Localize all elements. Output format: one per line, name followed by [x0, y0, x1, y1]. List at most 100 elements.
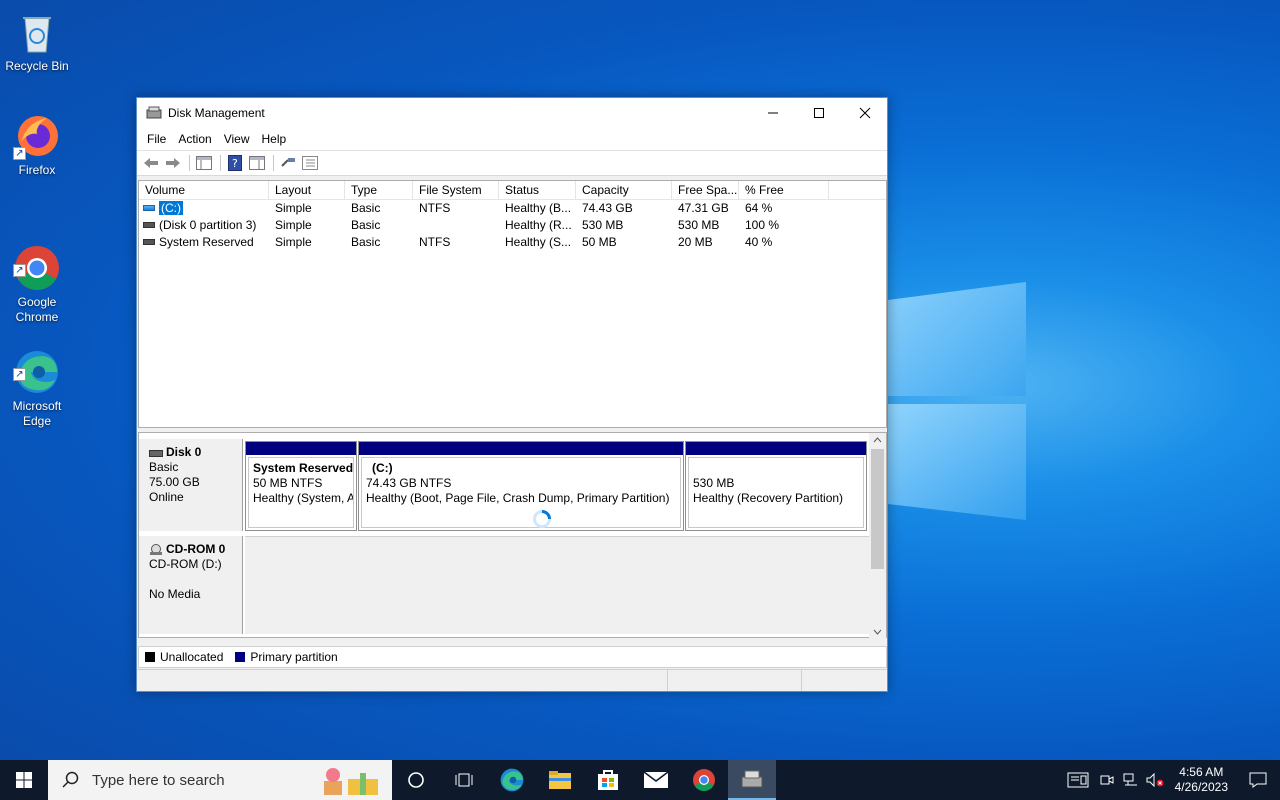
column-file-system[interactable]: File System [413, 181, 499, 199]
cdrom-0-kind: CD-ROM (D:) [149, 557, 222, 571]
edge-icon: ↗ [13, 333, 61, 393]
desktop-edge[interactable]: ↗ Microsoft Edge [0, 318, 74, 444]
volume-name: (C:) [159, 201, 183, 215]
disk-0-state: Online [149, 490, 184, 504]
action-center-button[interactable] [1236, 760, 1280, 800]
volume-row-disk0-part3[interactable]: (Disk 0 partition 3) Simple Basic Health… [139, 217, 886, 234]
network-button[interactable] [1119, 760, 1143, 800]
console-tree-icon [196, 156, 212, 170]
volume-file-system [413, 217, 499, 234]
toolbar: ? [137, 150, 887, 176]
scroll-down-arrow-icon [873, 629, 882, 635]
menu-action[interactable]: Action [172, 132, 217, 146]
show-hide-action-pane-button[interactable] [247, 153, 267, 173]
column-type[interactable]: Type [345, 181, 413, 199]
primary-partition-bar [359, 442, 683, 455]
menu-view[interactable]: View [218, 132, 256, 146]
taskbar-disk-management[interactable] [728, 760, 776, 800]
volume-row-c[interactable]: (C:) Simple Basic NTFS Healthy (B... 74.… [139, 200, 886, 217]
legend-unallocated: Unallocated [160, 650, 224, 664]
menu-help[interactable]: Help [256, 132, 293, 146]
help-button[interactable]: ? [225, 153, 245, 173]
menu-file[interactable]: File [141, 132, 172, 146]
chrome-icon [693, 769, 715, 791]
connect-button[interactable] [278, 153, 298, 173]
partition-size: 50 MB NTFS [253, 476, 323, 490]
busy-cursor-icon [533, 510, 551, 528]
start-button[interactable] [0, 760, 48, 800]
partition-c[interactable]: (C:) 74.43 GB NTFS Healthy (Boot, Page F… [358, 441, 684, 531]
clock-date: 4/26/2023 [1174, 780, 1228, 794]
scroll-thumb[interactable] [871, 449, 884, 569]
taskbar-file-explorer[interactable] [536, 760, 584, 800]
title-bar[interactable]: Disk Management [137, 98, 887, 128]
volume-percent-free: 40 % [745, 235, 773, 249]
task-view-button[interactable] [440, 760, 488, 800]
volume-free-space: 20 MB [678, 235, 713, 249]
properties-button[interactable] [300, 153, 320, 173]
cortana-button[interactable] [392, 760, 440, 800]
partition-title: (C:) [372, 461, 393, 475]
volume-button[interactable] [1143, 760, 1167, 800]
volume-layout: Simple [275, 235, 312, 249]
forward-button[interactable] [163, 153, 183, 173]
back-button[interactable] [141, 153, 161, 173]
scroll-up-arrow-icon [873, 437, 882, 443]
properties-icon [302, 156, 318, 170]
store-icon [598, 770, 618, 790]
news-widget-button[interactable] [1061, 760, 1095, 800]
meet-now-button[interactable] [1095, 760, 1119, 800]
volume-layout: Simple [275, 218, 312, 232]
volume-type: Basic [351, 218, 381, 232]
volume-status: Healthy (R... [505, 218, 572, 232]
menu-bar: File Action View Help [137, 128, 887, 150]
network-icon [1123, 773, 1137, 786]
minimize-button[interactable] [750, 98, 796, 128]
volume-status: Healthy (S... [505, 235, 572, 249]
maximize-button[interactable] [796, 98, 842, 128]
close-button[interactable] [842, 98, 888, 128]
taskbar-search-box[interactable]: Type here to search [48, 760, 392, 800]
file-explorer-icon [549, 771, 571, 789]
desktop-firefox[interactable]: ↗ Firefox [0, 112, 74, 178]
column-status[interactable]: Status [499, 181, 576, 199]
windows-wallpaper-logo [888, 282, 1026, 520]
maximize-icon [814, 108, 824, 118]
partition-status: Healthy (Recovery Partition) [693, 491, 844, 505]
taskbar-chrome[interactable] [680, 760, 728, 800]
disk-management-app-icon [146, 106, 162, 119]
volume-percent-free: 100 % [745, 218, 780, 232]
taskbar-store[interactable] [584, 760, 632, 800]
show-hide-console-tree-button[interactable] [194, 153, 214, 173]
partition-system-reserved[interactable]: System Reserved 50 MB NTFS Healthy (Syst… [245, 441, 357, 531]
search-placeholder: Type here to search [92, 771, 225, 789]
volume-status: Healthy (B... [505, 201, 572, 215]
cdrom-icon [150, 543, 162, 555]
column-free-space[interactable]: Free Spa... [672, 181, 739, 199]
volume-file-system: NTFS [419, 235, 451, 249]
desktop-recycle-bin[interactable]: Recycle Bin [0, 8, 74, 74]
disk-pane-scrollbar[interactable] [869, 433, 886, 639]
column-percent-free[interactable]: % Free [739, 181, 829, 199]
volume-type: Basic [351, 235, 381, 249]
cdrom-0-label[interactable]: CD-ROM 0 CD-ROM (D:) No Media [139, 536, 243, 634]
volume-row-system-reserved[interactable]: System Reserved Simple Basic NTFS Health… [139, 234, 886, 251]
window-title: Disk Management [168, 106, 265, 120]
disk-0-label[interactable]: Disk 0 Basic 75.00 GB Online [139, 439, 243, 531]
taskbar-mail[interactable] [632, 760, 680, 800]
disk-management-app-icon [741, 770, 763, 788]
taskbar-edge[interactable] [488, 760, 536, 800]
column-capacity[interactable]: Capacity [576, 181, 672, 199]
partition-recovery[interactable]: 530 MB Healthy (Recovery Partition) [685, 441, 867, 531]
column-layout[interactable]: Layout [269, 181, 345, 199]
windows-start-icon [16, 772, 32, 788]
legend-primary-partition: Primary partition [250, 650, 338, 664]
volume-capacity: 74.43 GB [582, 201, 633, 215]
column-volume[interactable]: Volume [139, 181, 269, 199]
volume-free-space: 530 MB [678, 218, 720, 232]
toolbar-separator [189, 155, 190, 171]
toolbar-separator [273, 155, 274, 171]
volume-list: Volume Layout Type File System Status Ca… [138, 180, 887, 428]
taskbar-clock[interactable]: 4:56 AM 4/26/2023 [1167, 765, 1236, 795]
disk-0-partitions: System Reserved 50 MB NTFS Healthy (Syst… [245, 441, 869, 531]
